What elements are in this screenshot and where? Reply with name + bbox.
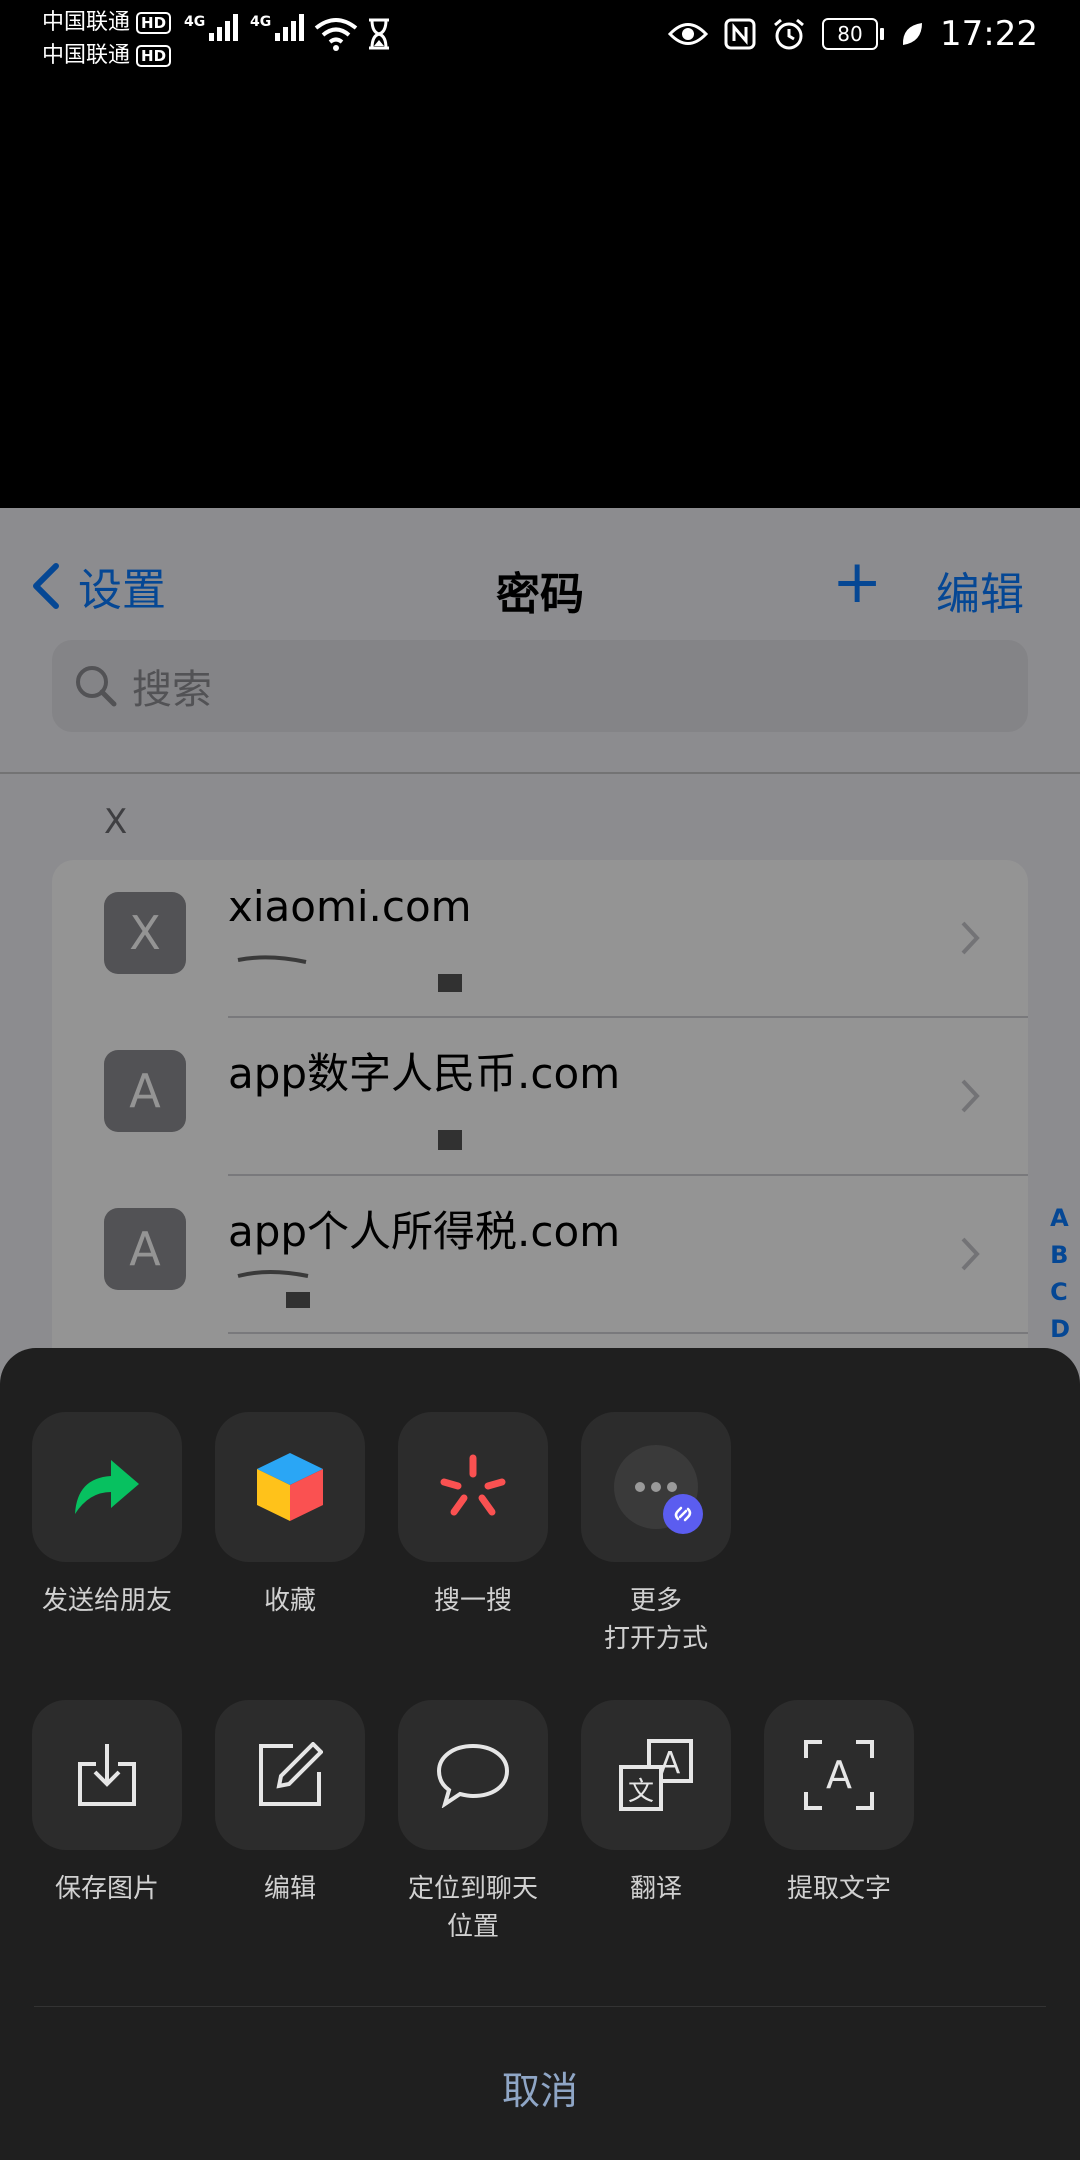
tile-label: 编辑 [263, 1874, 316, 1904]
battery-icon: 80 [822, 18, 885, 50]
extract-text-button[interactable]: A 提取文字 [764, 1700, 914, 1908]
share-arrow-icon [75, 1460, 139, 1514]
wifi-icon [314, 18, 358, 51]
tile-label: 收藏 [263, 1586, 316, 1616]
mini-program-icon [663, 1494, 703, 1534]
signal-icon: 4G [250, 14, 305, 41]
carrier-1: 中国联通 [42, 10, 131, 35]
translate-icon: A 文 [619, 1739, 693, 1811]
hourglass-icon [369, 18, 389, 50]
favorite-button[interactable]: 收藏 [215, 1412, 365, 1620]
search-spark-icon [440, 1454, 506, 1516]
carrier-2: 中国联通 [42, 43, 131, 68]
battery-level: 80 [837, 22, 863, 46]
clock: 17:22 [940, 14, 1038, 54]
edit-image-button[interactable]: 编辑 [215, 1700, 365, 1908]
tile-label: 定位到聊天 位置 [407, 1874, 538, 1942]
text-extract-icon: A [804, 1740, 874, 1810]
hd-badge: HD [136, 11, 172, 34]
save-image-button[interactable]: 保存图片 [32, 1700, 182, 1908]
signal-icon: 4G [184, 14, 239, 41]
hd-badge: HD [136, 44, 172, 67]
divider [34, 2006, 1046, 2007]
action-sheet: 发送给朋友 收藏 搜一搜 更多 打开方式 保存图片 编辑 定位到聊天 位置 A … [0, 1348, 1080, 2160]
translate-button[interactable]: A 文 翻译 [581, 1700, 731, 1908]
leaf-icon [902, 23, 923, 45]
tile-label: 保存图片 [54, 1874, 159, 1904]
more-open-options-button[interactable]: 更多 打开方式 [581, 1412, 731, 1658]
search-button[interactable]: 搜一搜 [398, 1412, 548, 1620]
cancel-button[interactable]: 取消 [0, 2060, 1080, 2115]
svg-text:文: 文 [628, 1777, 654, 1807]
svg-text:A: A [826, 1753, 852, 1797]
alarm-icon [774, 18, 804, 50]
tile-label: 翻译 [629, 1874, 682, 1904]
chat-bubble-icon [436, 1743, 510, 1808]
download-icon [78, 1744, 136, 1806]
cube-icon [257, 1453, 323, 1521]
tile-label: 更多 打开方式 [603, 1586, 708, 1654]
status-right: 80 17:22 [668, 14, 1038, 54]
tile-label: 搜一搜 [433, 1586, 512, 1616]
send-to-friend-button[interactable]: 发送给朋友 [32, 1412, 182, 1620]
locate-in-chat-button[interactable]: 定位到聊天 位置 [398, 1700, 548, 1946]
status-bar: 中国联通 HD 中国联通 HD 4G 4G 80 17:22 [0, 0, 1080, 80]
eye-icon [668, 23, 709, 45]
tile-label: 发送给朋友 [41, 1586, 172, 1616]
tile-label: 提取文字 [786, 1874, 891, 1904]
edit-icon [259, 1742, 323, 1806]
nfc-icon [724, 18, 756, 50]
carrier-info: 中国联通 HD 中国联通 HD [42, 6, 172, 72]
